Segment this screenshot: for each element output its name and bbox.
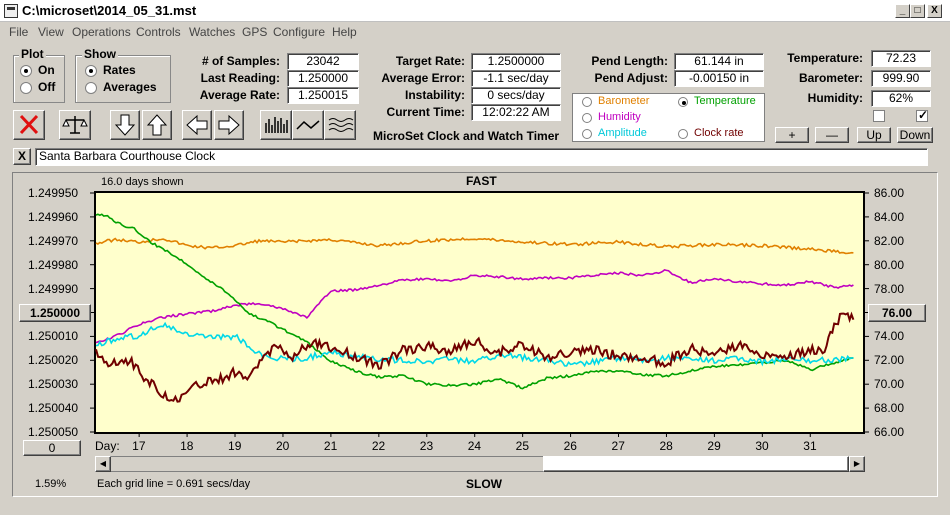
x-tick-label: 18 (180, 439, 194, 453)
fast-label: FAST (466, 174, 497, 188)
percent-label: 1.59% (35, 478, 67, 490)
x-tick-label: 21 (323, 439, 338, 453)
days-shown-label: 16.0 days shown (101, 176, 184, 188)
right-center-button[interactable]: 76.00 (868, 304, 926, 322)
right-tick-label: 82.00 (874, 233, 905, 248)
x-tick-label: 24 (467, 439, 482, 453)
left-tick-label: 1.250030 (28, 377, 79, 392)
x-tick-label: 25 (515, 439, 529, 453)
x-tick-label: 26 (563, 439, 577, 453)
right-tick-label: 80.00 (874, 257, 905, 272)
right-tick-label: 68.00 (874, 401, 905, 416)
x-tick-label: 22 (371, 439, 386, 453)
right-tick-label: 86.00 (874, 186, 905, 200)
x-tick-label: 27 (611, 439, 625, 453)
grid-note-label: Each grid line = 0.691 secs/day (97, 478, 251, 490)
left-tick-label: 1.250050 (28, 425, 79, 439)
right-tick-label: 66.00 (874, 425, 905, 439)
x-tick-label: 17 (132, 439, 146, 453)
x-tick-label: 31 (803, 439, 817, 453)
x-tick-label: 23 (419, 439, 434, 453)
x-tick-label: 20 (275, 439, 290, 453)
x-tick-label: 29 (707, 439, 721, 453)
x-tick-label: 19 (228, 439, 242, 453)
offset-button[interactable]: 0 (23, 440, 81, 456)
left-tick-label: 1.249960 (28, 209, 79, 224)
x-tick-label: 30 (755, 439, 769, 453)
right-tick-label: 74.00 (874, 329, 905, 344)
left-tick-label: 1.249970 (28, 233, 79, 248)
right-tick-label: 84.00 (874, 209, 905, 224)
scroll-right-arrow[interactable]: ▶ (849, 456, 865, 472)
x-tick-label: 28 (659, 439, 673, 453)
left-tick-label: 1.250010 (28, 329, 79, 344)
scroll-track-left[interactable] (111, 457, 543, 471)
right-tick-label: 72.00 (874, 353, 905, 368)
slow-label: SLOW (466, 477, 502, 491)
chart-svg (90, 191, 869, 437)
left-tick-label: 1.249980 (28, 257, 79, 272)
left-tick-label: 1.250040 (28, 401, 79, 416)
left-center-button[interactable]: 1.250000 (19, 304, 91, 322)
left-tick-label: 1.250020 (28, 353, 79, 368)
scroll-thumb[interactable] (543, 456, 849, 472)
left-tick-label: 1.249990 (28, 281, 79, 296)
day-label: Day: (95, 439, 120, 453)
right-tick-label: 78.00 (874, 281, 905, 296)
left-tick-label: 1.249950 (28, 186, 79, 200)
scroll-left-arrow[interactable]: ◀ (95, 456, 111, 472)
right-tick-label: 70.00 (874, 377, 905, 392)
